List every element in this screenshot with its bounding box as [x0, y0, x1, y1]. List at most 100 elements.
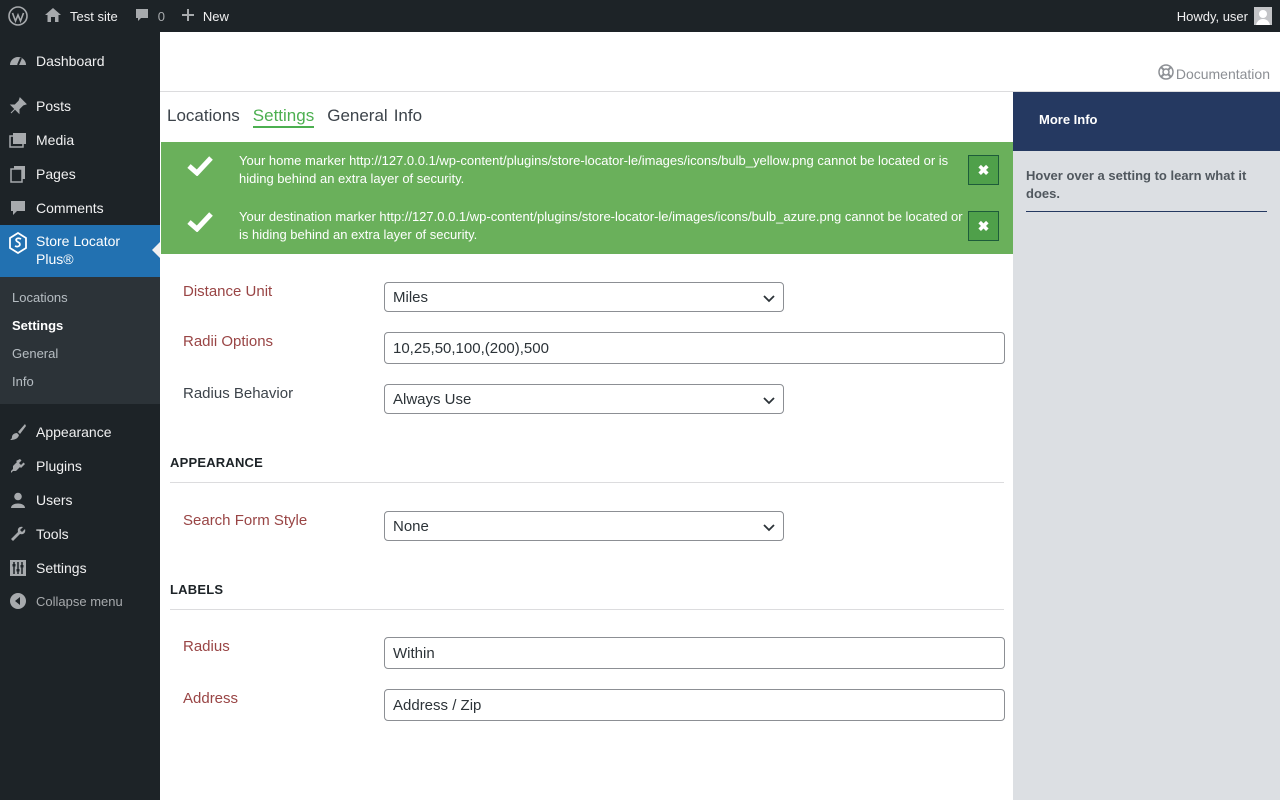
pages-icon: [0, 165, 36, 183]
sidebar-item-dashboard[interactable]: Dashboard: [0, 49, 160, 73]
avatar: [1254, 7, 1272, 25]
sidebar-item-label: Settings: [36, 560, 87, 576]
sidebar-item-label: Appearance: [36, 424, 112, 440]
home-icon: [44, 7, 62, 26]
sidebar-item-appearance[interactable]: Appearance: [0, 420, 160, 444]
media-icon: [0, 131, 36, 149]
settings-icon: [0, 559, 36, 577]
address-label: Address: [183, 690, 239, 707]
sidebar-item-label: Pages: [36, 166, 76, 182]
notice-home-marker: Your home marker http://127.0.0.1/wp-con…: [161, 142, 1013, 198]
notice-destination-marker: Your destination marker http://127.0.0.1…: [161, 198, 1013, 254]
documentation-label: Documentation: [1175, 65, 1270, 82]
search-form-style-select[interactable]: None: [384, 511, 784, 541]
page-header-strip: Documentation: [160, 32, 1280, 92]
sidebar-item-pages[interactable]: Pages: [0, 162, 160, 186]
tab-locations[interactable]: Locations: [167, 106, 240, 128]
dismiss-notice-button[interactable]: ✖: [968, 155, 999, 185]
sidebar-item-users[interactable]: Users: [0, 488, 160, 512]
search-form-style-label: Search Form Style: [183, 512, 308, 529]
comment-bubble-icon: [134, 7, 150, 26]
site-name-link[interactable]: Test site: [36, 0, 126, 32]
collapse-menu-button[interactable]: Collapse menu: [0, 589, 160, 613]
wordpress-logo-icon[interactable]: [0, 0, 36, 32]
notice-message: Your home marker http://127.0.0.1/wp-con…: [239, 153, 949, 186]
submenu-item-info[interactable]: Info: [12, 374, 34, 389]
tab-info[interactable]: Info: [394, 106, 422, 128]
search-form-style-value: None: [393, 517, 429, 535]
sidebar-item-comments[interactable]: Comments: [0, 196, 160, 220]
brush-icon: [0, 423, 36, 441]
sidebar-item-label: Dashboard: [36, 53, 105, 69]
sidebar-item-tools[interactable]: Tools: [0, 522, 160, 546]
notice-message: Your destination marker http://127.0.0.1…: [239, 209, 963, 242]
radius-behavior-select[interactable]: Always Use: [384, 384, 784, 414]
plug-icon: [0, 457, 36, 475]
user-icon: [0, 491, 36, 509]
radii-options-input[interactable]: 10,25,50,100,(200),500: [384, 332, 1005, 364]
submenu-item-locations[interactable]: Locations: [12, 290, 68, 305]
distance-unit-select[interactable]: Miles: [384, 282, 784, 312]
close-icon: ✖: [977, 162, 990, 178]
sidebar-item-label: Plugins: [36, 458, 82, 474]
radius-label-value: Within: [393, 644, 435, 662]
sidebar-item-label: Store Locator Plus®: [36, 233, 121, 267]
submenu-item-general[interactable]: General: [12, 346, 58, 361]
sidebar-item-label: Comments: [36, 200, 104, 216]
sidebar-item-plugins[interactable]: Plugins: [0, 454, 160, 478]
radius-label-input[interactable]: Within: [384, 637, 1005, 669]
help-lifebuoy-icon: [1158, 64, 1174, 83]
radii-options-value: 10,25,50,100,(200),500: [393, 339, 549, 357]
documentation-link[interactable]: Documentation: [1158, 64, 1270, 83]
sidebar-item-posts[interactable]: Posts: [0, 94, 160, 118]
sidebar-item-label: Tools: [36, 526, 69, 542]
wrench-icon: [0, 525, 36, 543]
sidebar-item-settings[interactable]: Settings: [0, 556, 160, 580]
chevron-down-icon: [763, 520, 775, 537]
comments-count: 0: [157, 8, 165, 24]
admin-bar: Test site 0 New Howdy, user: [0, 0, 1280, 32]
plus-icon: [181, 8, 195, 25]
dashboard-icon: [0, 52, 36, 70]
settings-tabs: Locations Settings General Info: [167, 106, 435, 128]
dismiss-notice-button[interactable]: ✖: [968, 211, 999, 241]
chevron-down-icon: [763, 291, 775, 308]
address-label-input[interactable]: Address / Zip: [384, 689, 1005, 721]
address-label-value: Address / Zip: [393, 696, 482, 714]
chevron-down-icon: [763, 393, 775, 410]
tab-general[interactable]: General: [327, 106, 387, 128]
admin-sidebar: Dashboard Posts Media Pages Comments Sto…: [0, 32, 160, 800]
store-locator-submenu: Locations Settings General Info: [0, 277, 160, 404]
sidebar-item-store-locator-plus[interactable]: Store Locator Plus®: [0, 225, 160, 277]
submenu-item-settings[interactable]: Settings: [12, 318, 63, 333]
more-info-panel: More Info Hover over a setting to learn …: [1013, 92, 1280, 800]
checkmark-icon: [187, 154, 213, 181]
radius-label: Radius: [183, 638, 230, 655]
close-icon: ✖: [977, 218, 990, 234]
pin-icon: [0, 97, 36, 115]
more-info-body: Hover over a setting to learn what it do…: [1026, 167, 1267, 212]
collapse-arrow-icon: [0, 592, 36, 610]
radii-options-label: Radii Options: [183, 333, 274, 350]
collapse-menu-label: Collapse menu: [36, 593, 123, 609]
sidebar-item-label: Users: [36, 492, 73, 508]
store-locator-icon: [0, 232, 36, 254]
account-menu[interactable]: Howdy, user: [1177, 0, 1272, 32]
more-info-title: More Info: [1013, 92, 1280, 151]
radius-behavior-value: Always Use: [393, 390, 472, 408]
appearance-section-heading: APPEARANCE: [170, 455, 1004, 483]
distance-unit-label: Distance Unit: [183, 283, 273, 300]
checkmark-icon: [187, 210, 213, 237]
new-content-link[interactable]: New: [173, 0, 237, 32]
howdy-label: Howdy, user: [1176, 8, 1248, 24]
comment-icon: [0, 199, 36, 217]
radius-behavior-label: Radius Behavior: [183, 385, 294, 402]
sidebar-item-media[interactable]: Media: [0, 128, 160, 152]
tab-settings[interactable]: Settings: [252, 106, 315, 128]
new-label: New: [202, 8, 229, 24]
sidebar-item-label: Posts: [36, 98, 72, 114]
distance-unit-value: Miles: [393, 288, 429, 306]
sidebar-item-label: Media: [36, 132, 75, 148]
comments-link[interactable]: 0: [126, 0, 173, 32]
site-name-label: Test site: [70, 8, 118, 24]
